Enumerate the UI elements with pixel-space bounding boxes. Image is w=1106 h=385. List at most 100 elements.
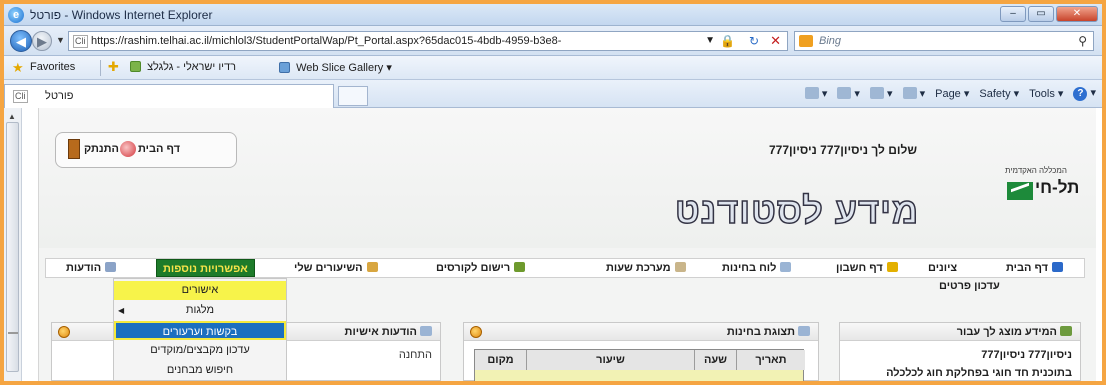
logout-door-icon [68,139,80,159]
col-hour: שעה [695,350,737,370]
student-name: ניסיון777 ניסיון777 [981,349,1072,361]
minimize-button[interactable]: – [1000,6,1026,22]
home-button[interactable]: דף הבית [138,143,180,155]
refresh-icon[interactable]: ↻ [749,34,759,48]
info-title-label: המידע מוצג לך עבור [956,326,1057,338]
menu-account[interactable]: דף חשבון [836,262,898,274]
college-logo-icon [1007,182,1033,200]
logout-button[interactable]: התנתק [84,143,119,155]
menu-schedule[interactable]: מערכת שעות [606,262,686,274]
scroll-thumb[interactable] [6,122,19,372]
print-command-icon[interactable]: ▾ [902,87,925,100]
exams-icon [798,326,810,336]
menu-my-classes[interactable]: השיעורים שלי [294,262,378,274]
new-tab-button[interactable] [338,86,368,106]
forward-button[interactable]: ▶ [32,31,52,51]
menu-schedule-label: מערכת שעות [606,262,671,274]
close-button[interactable]: ✕ [1056,6,1098,22]
search-icon[interactable]: ⚲ [1078,34,1087,48]
favorite-link-webslice[interactable]: Web Slice Gallery ▾ [279,61,392,74]
tools-menu-label: Tools [1029,88,1055,100]
url-dropdown-icon[interactable]: ▼ [705,35,715,46]
favorites-button[interactable]: Favorites [30,61,75,73]
help-menu[interactable]: ? ▾ [1073,86,1096,101]
tab-favicon-icon: Cli [13,90,28,103]
lock-icon[interactable]: 🔒 [720,34,735,48]
messages-title-label: הודעות אישיות [344,326,417,338]
exams-title: תצוגת בחינות [727,326,810,338]
menu-my-classes-label: השיעורים שלי [294,262,363,274]
col-date: תאריך [737,350,805,370]
url-text[interactable]: https://rashim.telhai.ac.il/michlol3/Stu… [91,35,561,47]
page-menu[interactable]: Page ▾ [935,87,969,100]
info-icon [1060,326,1072,336]
page-scrollbar[interactable]: ▲ [4,108,22,381]
panel-header: המידע מוצג לך עבור [840,323,1080,341]
maximize-button[interactable]: ▭ [1028,6,1054,22]
submenu-update-details[interactable]: עדכון פרטים [939,280,1000,292]
home-icon [120,141,136,157]
menu-messages[interactable]: הודעות [66,262,117,274]
menu-more-options[interactable]: אפשרויות נוספות [156,259,255,277]
dropdown-item-exam-search[interactable]: חיפוש מבחנים [114,361,286,380]
favorite-link-webslice-label: Web Slice Gallery [296,62,384,74]
favorites-divider [100,60,101,76]
student-portal-page: התנתק דף הבית שלום לך ניסיון777 ניסיון77… [38,108,1096,381]
col-course: שיעור [527,350,695,370]
dropdown-item-scholarships[interactable]: ◀ מלגות [114,301,286,320]
favorite-link-radio[interactable]: רדיו ישראלי - גלגלצ [130,61,236,73]
menu-registration-label: רישום לקורסים [436,262,511,274]
window-title: פורטל - Windows Internet Explorer [30,8,213,22]
scroll-up-icon[interactable]: ▲ [8,112,16,121]
favorites-bar: ★ Favorites ✚ רדיו ישראלי - גלגלצ Web Sl… [4,56,1102,80]
menu-exam-board[interactable]: לוח בחינות [722,262,792,274]
menu-messages-label: הודעות [66,262,102,274]
favorites-star-icon[interactable]: ★ [12,60,24,76]
site-favicon-icon: Cli [73,35,88,48]
messages-icon [420,326,432,336]
tools-menu[interactable]: Tools ▾ [1029,87,1063,100]
dropdown-item-update-clusters[interactable]: עדכון מקבצים/מוקדים [114,341,286,360]
stop-icon[interactable]: ✕ [770,33,781,49]
feeds-command-icon[interactable]: ▾ [837,87,860,100]
menu-home[interactable]: דף הבית [1006,262,1064,274]
college-name: תל-חי [1035,178,1080,197]
portal-header [39,108,1096,248]
menu-grades[interactable]: ציונים [928,262,957,274]
home-command-icon[interactable]: ▾ [804,87,827,100]
content-area: ▲ התנתק דף הבית שלום לך ניסיון777 ניסיון… [4,108,1102,381]
panel-header: תצוגת בחינות [464,323,818,341]
exams-panel: תצוגת בחינות מקום שיעור שעה תאריך [463,322,819,381]
add-favorite-icon[interactable]: ✚ [108,59,119,75]
history-dropdown-icon[interactable]: ▼ [56,35,65,45]
submenu-arrow-icon: ◀ [118,306,125,315]
dropdown-item-scholarships-label: מלגות [185,304,215,316]
col-location: מקום [475,350,527,370]
top-buttons: התנתק דף הבית [55,132,237,168]
dropdown-item-approvals[interactable]: אישורים [114,281,286,300]
menu-more-options-label: אפשרויות נוספות [163,263,248,275]
more-options-dropdown: אישורים ◀ מלגות בקשות וערעורים עדכון מקב… [113,278,287,381]
title-bar: e פורטל - Windows Internet Explorer – ▭ … [4,4,1102,26]
panel-toggle-icon[interactable] [470,326,482,338]
exams-title-label: תצוגת בחינות [726,326,795,338]
search-box[interactable]: Bing ⚲ [794,31,1094,51]
window-controls: – ▭ ✕ [1000,6,1098,22]
panel-toggle-icon[interactable] [58,326,70,338]
main-menu: דף הבית ציונים דף חשבון לוח בחינות מערכת… [45,258,1085,278]
favorite-link-radio-label: רדיו ישראלי - גלגלצ [147,61,237,73]
back-button[interactable]: ◀ [10,30,32,52]
menu-registration[interactable]: רישום לקורסים [436,262,526,274]
safety-menu[interactable]: Safety ▾ [979,87,1019,100]
address-bar[interactable]: Cli https://rashim.telhai.ac.il/michlol3… [68,31,788,51]
scrollbar-grip [8,332,18,334]
menu-exam-board-label: לוח בחינות [722,262,777,274]
dropdown-item-requests[interactable]: בקשות וערעורים [114,321,286,340]
browser-window: e פורטל - Windows Internet Explorer – ▭ … [4,4,1102,381]
tab-portal[interactable]: Cli פורטל [4,84,334,108]
safety-menu-label: Safety [979,88,1011,100]
table-row [475,370,803,381]
mail-command-icon[interactable]: ▾ [869,87,893,100]
search-placeholder: Bing [819,35,842,47]
menu-account-label: דף חשבון [836,262,883,274]
